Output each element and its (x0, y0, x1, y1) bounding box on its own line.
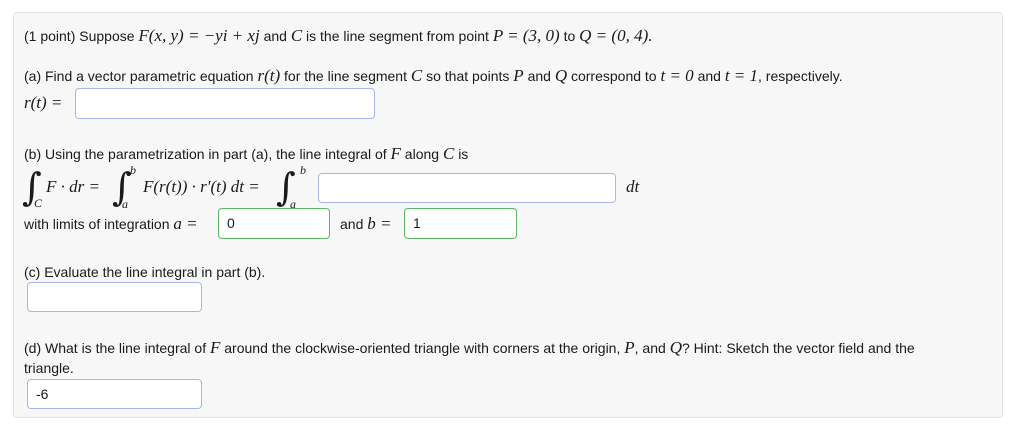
b-label: and b = (340, 214, 392, 233)
part-a-question: (a) Find a vector parametric equation r(… (24, 66, 843, 85)
part-d-answer-input[interactable]: -6 (27, 379, 202, 409)
integrand-answer-input[interactable] (318, 173, 616, 203)
upper-limit-b-2: b (300, 163, 306, 177)
part-b-question: (b) Using the parametrization in part (a… (24, 144, 469, 163)
point-p: P = (3, 0) (492, 26, 560, 45)
part-d-question: (d) What is the line integral of F aroun… (24, 338, 915, 357)
rt-prefix: r(t) = (24, 93, 63, 112)
part-a-answer-input[interactable] (75, 88, 375, 119)
integral-lhs: F · dr = (46, 177, 100, 196)
part-c-answer-input[interactable] (27, 282, 202, 312)
integral-middle: F(r(t)) · r′(t) dt = (143, 177, 260, 196)
lower-limit-a: a (122, 197, 128, 211)
integral-sub-c: C (34, 196, 43, 210)
limits-label: with limits of integration a = (24, 214, 198, 233)
lower-limit-input[interactable]: 0 (218, 208, 330, 239)
points-label: (1 point) (24, 28, 76, 44)
upper-limit-input[interactable]: 1 (404, 208, 517, 239)
part-d-question-cont: triangle. (24, 360, 74, 376)
problem-statement: (1 point) Suppose F(x, y) = −yi + xj and… (24, 26, 653, 45)
dt-label: dt (626, 177, 640, 196)
point-q: Q = (0, 4). (579, 26, 653, 45)
vector-field-definition: F(x, y) = −yi + xj (138, 26, 260, 45)
part-c-question: (c) Evaluate the line integral in part (… (24, 264, 266, 280)
upper-limit-b: b (130, 163, 136, 177)
